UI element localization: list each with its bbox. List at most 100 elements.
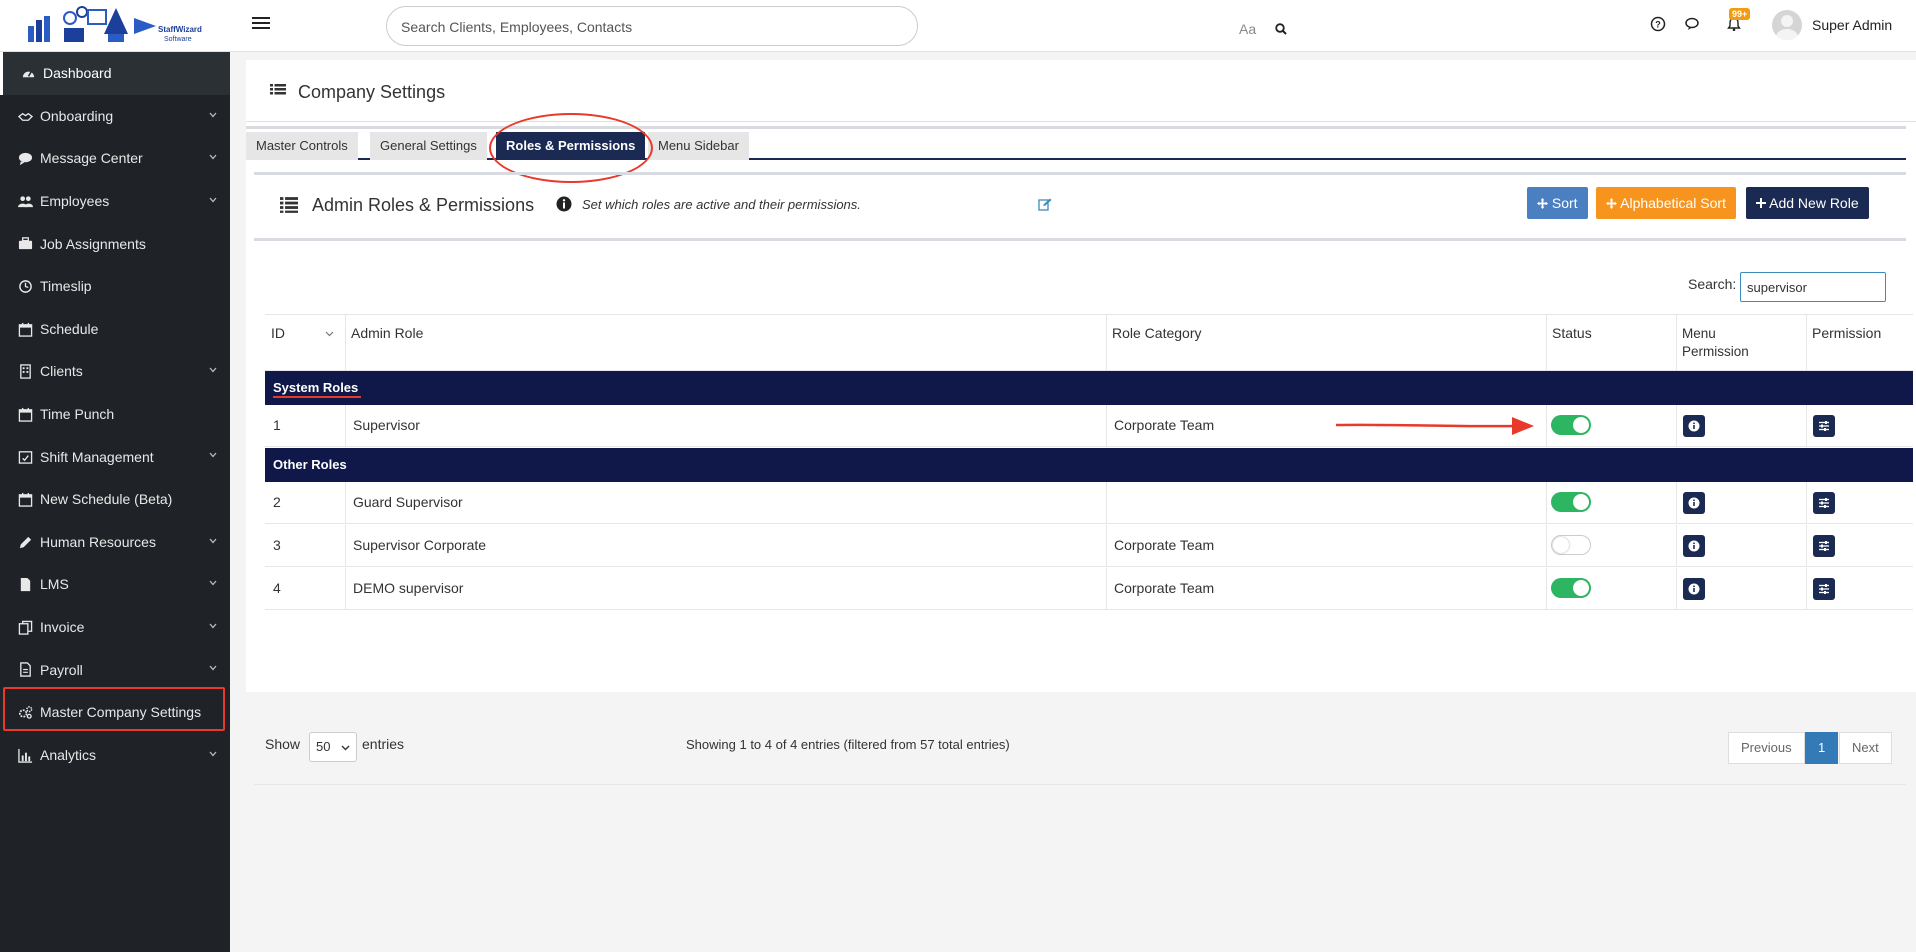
table-row[interactable]: 1 Supervisor Corporate Team [265,405,1913,447]
panel-header: Admin Roles & Permissions Set which role… [254,175,1906,233]
sidebar-item-new-schedule[interactable]: New Schedule (Beta) [0,478,230,521]
font-size-icon[interactable]: Aa [1239,21,1256,37]
previous-page-button[interactable]: Previous [1728,732,1805,764]
sidebar-item-label: Schedule [40,320,99,337]
status-toggle[interactable] [1551,415,1591,435]
help-icon[interactable]: ? [1650,16,1666,32]
admin-roles-panel: Admin Roles & Permissions Set which role… [254,172,1913,785]
svg-text:?: ? [1655,20,1661,30]
calendar-icon [18,407,33,422]
sidebar-item-time-punch[interactable]: Time Punch [0,393,230,436]
dashboard-icon [22,71,35,78]
sidebar-item-timeslip[interactable]: Timeslip [0,265,230,308]
sidebar-item-shift-management[interactable]: Shift Management [0,435,230,478]
sidebar-item-schedule[interactable]: Schedule [0,308,230,351]
global-search[interactable]: Aa [386,6,1287,46]
column-header-role-category[interactable]: Role Category [1106,315,1546,370]
user-name[interactable]: Super Admin [1812,17,1892,33]
menu-permission-button[interactable] [1683,492,1705,514]
status-toggle[interactable] [1551,492,1591,512]
sidebar-item-invoice[interactable]: Invoice [0,606,230,649]
chevron-down-icon[interactable] [208,536,218,546]
chevron-down-icon[interactable] [208,195,218,205]
sidebar-item-master-company-settings[interactable]: Master Company Settings [0,691,230,734]
add-new-role-button[interactable]: Add New Role [1746,187,1869,219]
sidebar-item-human-resources[interactable]: Human Resources [0,521,230,564]
chat-icon[interactable] [1684,16,1700,32]
page-1-button[interactable]: 1 [1805,732,1839,764]
chevron-down-icon[interactable] [208,365,218,375]
chevron-down-icon[interactable] [208,578,218,588]
tab-master-controls[interactable]: Master Controls [246,132,358,160]
menu-permission-button[interactable] [1683,578,1705,600]
table-row[interactable]: 3 Supervisor Corporate Corporate Team [265,525,1913,567]
sidebar-item-employees[interactable]: Employees [0,180,230,223]
sidebar: Dashboard Onboarding Message Center Empl… [0,52,230,952]
sidebar-item-job-assignments[interactable]: Job Assignments [0,222,230,265]
global-search-input[interactable] [401,16,821,38]
chevron-down-icon[interactable] [208,450,218,460]
chevron-down-icon[interactable] [208,663,218,673]
sidebar-item-analytics[interactable]: Analytics [0,734,230,777]
permission-settings-button[interactable] [1813,492,1835,514]
sort-desc-icon[interactable] [325,331,334,337]
chevron-down-icon[interactable] [208,152,218,162]
alphabetical-sort-button[interactable]: Alphabetical Sort [1596,187,1736,219]
sidebar-item-clients[interactable]: Clients [0,350,230,393]
column-header-status[interactable]: Status [1546,315,1676,370]
sidebar-item-dashboard[interactable]: Dashboard [0,52,230,95]
gears-icon [19,706,33,719]
page-title: Company Settings [298,82,446,102]
entries-per-page-select[interactable]: 50 [309,732,357,762]
menu-permission-button[interactable] [1683,535,1705,557]
panel-title: Admin Roles & Permissions [312,195,535,215]
status-toggle[interactable] [1551,535,1591,555]
sidebar-item-label: Invoice [40,619,85,636]
menu-permission-button[interactable] [1683,415,1705,437]
file-icon [20,578,31,592]
tab-roles-permissions[interactable]: Roles & Permissions [496,132,646,160]
table-search-input[interactable] [1740,272,1886,302]
panel-description: Set which roles are active and their per… [582,197,861,212]
table-row[interactable]: 2 Guard Supervisor [265,482,1913,524]
sliders-icon [1819,584,1829,594]
edit-icon[interactable] [1038,198,1052,211]
user-avatar[interactable] [1772,10,1802,40]
sidebar-item-label: Shift Management [40,448,154,465]
staffwizard-logo[interactable]: StaffWizard Software [24,4,204,48]
add-new-role-label: Add New Role [1769,195,1859,211]
column-header-admin-role[interactable]: Admin Role [345,315,1105,370]
sidebar-item-label: Job Assignments [40,235,146,252]
permission-settings-button[interactable] [1813,535,1835,557]
info-icon [1688,583,1700,595]
copy-icon [18,620,33,635]
menu-toggle-icon[interactable] [252,14,270,32]
table-row[interactable]: 4 DEMO supervisor Corporate Team [265,568,1913,610]
annotation-underline [273,396,361,398]
role-category: Corporate Team [1114,417,1215,433]
chevron-down-icon[interactable] [208,749,218,759]
permission-settings-button[interactable] [1813,415,1835,437]
search-icon[interactable] [1275,23,1287,35]
settings-tabs: Master Controls General Settings Roles &… [246,130,1906,160]
sort-button[interactable]: Sort [1527,187,1588,219]
sidebar-item-lms[interactable]: LMS [0,563,230,606]
table-header-row: ID Admin Role Role Category Status Menu … [265,314,1913,371]
briefcase-icon [18,237,33,250]
sidebar-item-message-center[interactable]: Message Center [0,137,230,180]
column-header-menu-permission[interactable]: Menu Permission [1676,315,1806,370]
tab-general-settings[interactable]: General Settings [370,132,487,160]
chevron-down-icon[interactable] [208,110,218,120]
tab-menu-sidebar[interactable]: Menu Sidebar [648,132,749,160]
next-page-button[interactable]: Next [1839,732,1892,764]
sidebar-item-payroll[interactable]: Payroll [0,648,230,691]
column-header-id[interactable]: ID [265,315,345,370]
permission-settings-button[interactable] [1813,578,1835,600]
building-icon [20,364,31,379]
chevron-down-icon[interactable] [208,621,218,631]
divider [246,126,1906,129]
info-icon[interactable] [556,196,572,212]
column-header-permission[interactable]: Permission [1806,315,1913,370]
sidebar-item-onboarding[interactable]: Onboarding [0,95,230,138]
status-toggle[interactable] [1551,578,1591,598]
